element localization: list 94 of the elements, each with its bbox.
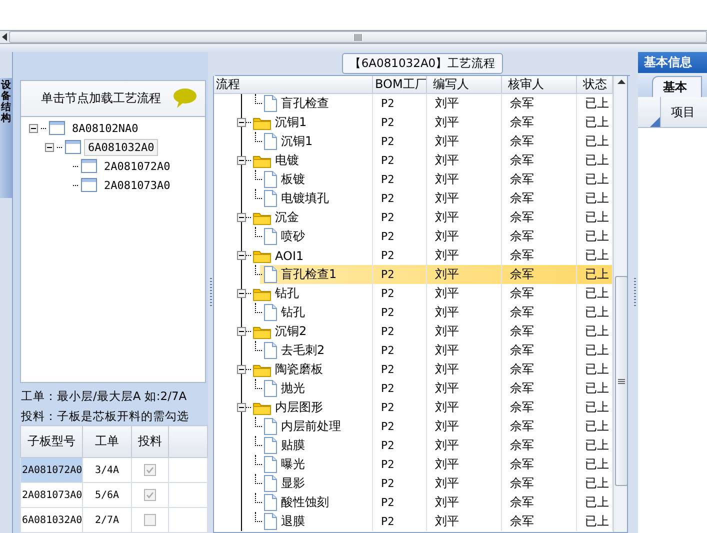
- tree-node-label[interactable]: 盲孔检查1: [281, 266, 337, 283]
- corner-triangle-icon: [650, 117, 660, 127]
- collapse-icon[interactable]: [237, 365, 246, 374]
- tree-node-label[interactable]: 去毛刺2: [281, 342, 325, 359]
- panel-title: 单击节点加载工艺流程: [41, 90, 161, 107]
- document-icon: [264, 133, 277, 150]
- column-header[interactable]: 投料: [132, 426, 168, 458]
- folder-icon: [253, 286, 271, 300]
- folder-icon: [253, 400, 271, 414]
- table-cell: 2/7A: [82, 508, 132, 532]
- document-icon: [264, 475, 277, 492]
- tree-node[interactable]: 8A08102NA0: [68, 120, 142, 137]
- document-icon: [264, 513, 277, 530]
- document-icon: [264, 380, 277, 397]
- folder-icon: [253, 154, 271, 168]
- tree-node-label[interactable]: 显影: [281, 475, 305, 492]
- tree-node-label[interactable]: 贴膜: [281, 437, 305, 454]
- column-header[interactable]: BOM工厂: [373, 76, 427, 93]
- tree-node-label[interactable]: 沉铜1: [275, 114, 307, 131]
- table-cell: 刘平: [427, 512, 502, 531]
- tab[interactable]: 基本: [652, 76, 702, 97]
- document-icon: [264, 342, 277, 359]
- column-header[interactable]: 核审人: [502, 76, 577, 93]
- folder-icon: [253, 362, 271, 376]
- tree-node-label[interactable]: 抛光: [281, 380, 305, 397]
- document-icon: [264, 95, 277, 112]
- tree-node-label[interactable]: 曝光: [281, 456, 305, 473]
- grip-icon: [354, 34, 362, 40]
- document-icon: [264, 190, 277, 207]
- document-icon: [264, 418, 277, 435]
- document-icon: [264, 456, 277, 473]
- tree-node-label[interactable]: 沉铜1: [281, 133, 313, 150]
- tree-node-label[interactable]: 沉金: [275, 209, 299, 226]
- collapse-icon[interactable]: [237, 213, 246, 222]
- panel-icon: [65, 140, 81, 154]
- document-icon: [264, 304, 277, 321]
- table-cell[interactable]: 2A081072A0: [20, 458, 82, 482]
- document-icon: [264, 437, 277, 454]
- collapse-icon[interactable]: [237, 289, 246, 298]
- column-header[interactable]: 子板型号: [20, 426, 82, 458]
- panel-title: 基本信息: [638, 52, 707, 73]
- column-header[interactable]: 流程: [214, 76, 373, 93]
- collapse-icon[interactable]: [237, 118, 246, 127]
- tree-node[interactable]: 2A081073A0: [100, 176, 174, 194]
- panel-icon: [49, 121, 65, 136]
- panel-icon: [81, 178, 97, 192]
- tree-node-label[interactable]: 钻孔: [275, 285, 299, 302]
- tree-node-label[interactable]: 内层前处理: [281, 418, 341, 435]
- horizontal-scrollbar[interactable]: [0, 30, 707, 44]
- left-arrow-icon[interactable]: [2, 33, 7, 41]
- table-cell[interactable]: 2A081073A0: [20, 482, 82, 508]
- collapse-icon[interactable]: [29, 124, 38, 133]
- tree-node-label[interactable]: 电镀: [275, 152, 299, 169]
- tree-node-label[interactable]: 盲孔检查: [281, 95, 329, 112]
- tree-node-label[interactable]: 板镀: [281, 171, 305, 188]
- side-tab[interactable]: 设备结构: [0, 78, 12, 198]
- hint-text: 投料：子板是芯板开料的需勾选: [20, 408, 190, 425]
- folder-icon: [253, 324, 271, 338]
- document-icon: [264, 494, 277, 511]
- table-cell[interactable]: 6A081032A0: [20, 508, 82, 532]
- grip-icon: [618, 378, 624, 384]
- panel-icon: [81, 159, 97, 174]
- tree-node[interactable]: 6A081032A0: [84, 138, 158, 156]
- tree-node-label[interactable]: 钻孔: [281, 304, 305, 321]
- table-cell: P2: [373, 512, 427, 531]
- tree-node-label[interactable]: 内层图形: [275, 399, 323, 416]
- document-icon: [264, 228, 277, 245]
- collapse-icon[interactable]: [237, 327, 246, 336]
- tree-node-label[interactable]: 陶瓷磨板: [275, 361, 323, 378]
- collapse-icon[interactable]: [237, 403, 246, 412]
- collapse-icon[interactable]: [237, 156, 246, 165]
- panel-title-tab[interactable]: 【6A081032A0】工艺流程: [342, 53, 503, 74]
- table-cell: 3/4A: [82, 458, 132, 482]
- speech-bubble-icon: [173, 88, 197, 108]
- folder-icon: [253, 210, 271, 224]
- column-header[interactable]: 工单: [82, 426, 132, 458]
- tree-node-label[interactable]: 酸性蚀刻: [281, 494, 329, 511]
- tree-node-label[interactable]: 电镀填孔: [281, 190, 329, 207]
- tree-node-label[interactable]: 沉铜2: [275, 323, 307, 340]
- table-cell: 佘军: [502, 512, 577, 531]
- table-cell: 5/6A: [82, 482, 132, 508]
- hint-text: 工单：最小层/最大层A 如:2/7A: [20, 388, 188, 405]
- collapse-icon[interactable]: [237, 251, 246, 260]
- tree-node-label[interactable]: 退膜: [281, 513, 305, 530]
- folder-icon: [253, 248, 271, 262]
- tree-node-label[interactable]: 喷砂: [281, 228, 305, 245]
- document-icon: [264, 266, 277, 283]
- collapse-icon[interactable]: [45, 142, 54, 152]
- tree-node-label[interactable]: AOI1: [275, 248, 304, 262]
- folder-icon: [253, 116, 271, 130]
- vertical-scrollbar[interactable]: [613, 76, 627, 532]
- tree-node[interactable]: 2A081072A0: [100, 158, 174, 175]
- document-icon: [264, 171, 277, 188]
- column-header[interactable]: 编写人: [427, 76, 502, 93]
